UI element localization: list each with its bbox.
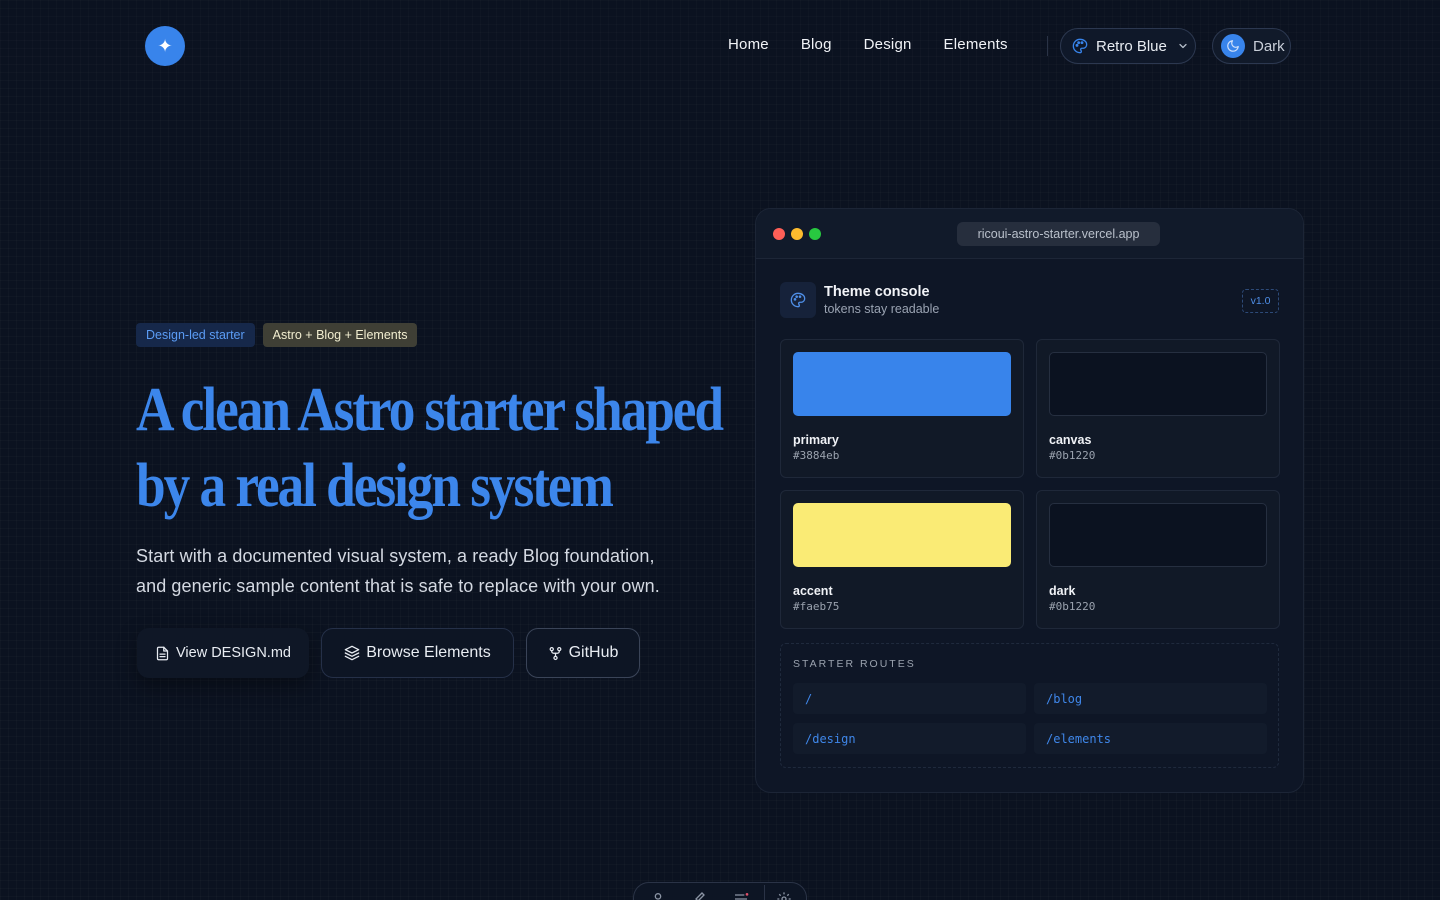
hero-title-line-2: by a real design system: [136, 452, 614, 520]
nav-elements[interactable]: Elements: [944, 36, 1008, 53]
hero-subtitle-line-1: Start with a documented visual system, a…: [136, 546, 655, 566]
swatch-name: accent: [793, 584, 833, 598]
dark-mode-toggle[interactable]: Dark: [1212, 28, 1291, 64]
palette-icon: [780, 282, 816, 318]
swatch-hex: #3884eb: [793, 449, 840, 462]
swatch-hex: #0b1220: [1049, 449, 1096, 462]
routes-label: STARTER ROUTES: [793, 658, 916, 670]
swatch-dark: dark #0b1220: [1036, 490, 1280, 629]
address-bar: ricoui-astro-starter.vercel.app: [957, 222, 1160, 246]
nav-design[interactable]: Design: [864, 36, 912, 53]
swatch-chip: [793, 503, 1011, 567]
swatch-accent: accent #faeb75: [780, 490, 1024, 629]
nav-blog[interactable]: Blog: [801, 36, 832, 53]
brush-icon[interactable]: [690, 891, 706, 900]
window-minimize-dot: [791, 228, 803, 240]
browser-bar: ricoui-astro-starter.vercel.app: [756, 209, 1303, 259]
site-logo[interactable]: ✦: [145, 26, 185, 66]
gear-icon[interactable]: [776, 891, 792, 900]
user-icon[interactable]: [650, 891, 666, 900]
chevron-down-icon: [1179, 43, 1187, 49]
swatch-hex: #faeb75: [793, 600, 840, 613]
swatch-primary: primary #3884eb: [780, 339, 1024, 478]
sparkle-icon: ✦: [157, 35, 173, 56]
view-design-label: View DESIGN.md: [176, 645, 291, 661]
bottom-dock: [633, 882, 807, 900]
route-blog[interactable]: /blog: [1034, 683, 1267, 714]
file-icon: [156, 646, 169, 660]
nav-home[interactable]: Home: [728, 36, 769, 53]
window-maximize-dot: [809, 228, 821, 240]
theme-select[interactable]: Retro Blue: [1060, 28, 1196, 64]
swatch-hex: #0b1220: [1049, 600, 1096, 613]
main-nav: Home Blog Design Elements: [728, 36, 1008, 53]
hero-subtitle-line-2: and generic sample content that is safe …: [136, 576, 660, 596]
swatch-chip: [1049, 503, 1267, 567]
console-header: Theme console tokens stay readable: [780, 282, 939, 318]
theme-console-card: ricoui-astro-starter.vercel.app Theme co…: [755, 208, 1304, 793]
view-design-button[interactable]: View DESIGN.md: [137, 628, 309, 678]
theme-select-value: Retro Blue: [1096, 37, 1167, 55]
menu-icon[interactable]: [732, 891, 750, 900]
swatch-canvas: canvas #0b1220: [1036, 339, 1280, 478]
git-fork-icon: [549, 646, 562, 660]
moon-icon: [1221, 34, 1245, 58]
layers-icon: [344, 645, 360, 661]
swatch-name: dark: [1049, 584, 1076, 598]
palette-icon: [1072, 38, 1088, 54]
github-label: GitHub: [568, 644, 619, 661]
hero-title-line-1: A clean Astro starter shaped: [136, 376, 724, 444]
swatch-name: primary: [793, 433, 839, 447]
badge-stack: Astro + Blog + Elements: [262, 323, 418, 347]
route-design[interactable]: /design: [793, 723, 1026, 754]
swatch-chip: [793, 352, 1011, 416]
console-title: Theme console: [824, 284, 930, 300]
nav-divider: [1047, 36, 1048, 56]
swatch-chip: [1049, 352, 1267, 416]
hero-badges: Design-led starter Astro + Blog + Elemen…: [136, 323, 418, 347]
route-elements[interactable]: /elements: [1034, 723, 1267, 754]
dock-separator: [764, 885, 765, 900]
starter-routes: STARTER ROUTES / /blog /design /elements: [780, 643, 1279, 768]
console-subtitle: tokens stay readable: [824, 302, 940, 316]
mode-toggle-label: Dark: [1253, 37, 1285, 55]
browse-elements-button[interactable]: Browse Elements: [321, 628, 514, 678]
github-button[interactable]: GitHub: [526, 628, 640, 678]
badge-design-led: Design-led starter: [136, 323, 255, 347]
hero-subtitle: Start with a documented visual system, a…: [136, 541, 716, 601]
route-home[interactable]: /: [793, 683, 1026, 714]
version-badge: v1.0: [1242, 289, 1279, 313]
window-close-dot: [773, 228, 785, 240]
swatch-name: canvas: [1049, 433, 1092, 447]
browse-elements-label: Browse Elements: [366, 644, 491, 661]
hero-title: A clean Astro starter shaped by a real d…: [136, 372, 738, 524]
